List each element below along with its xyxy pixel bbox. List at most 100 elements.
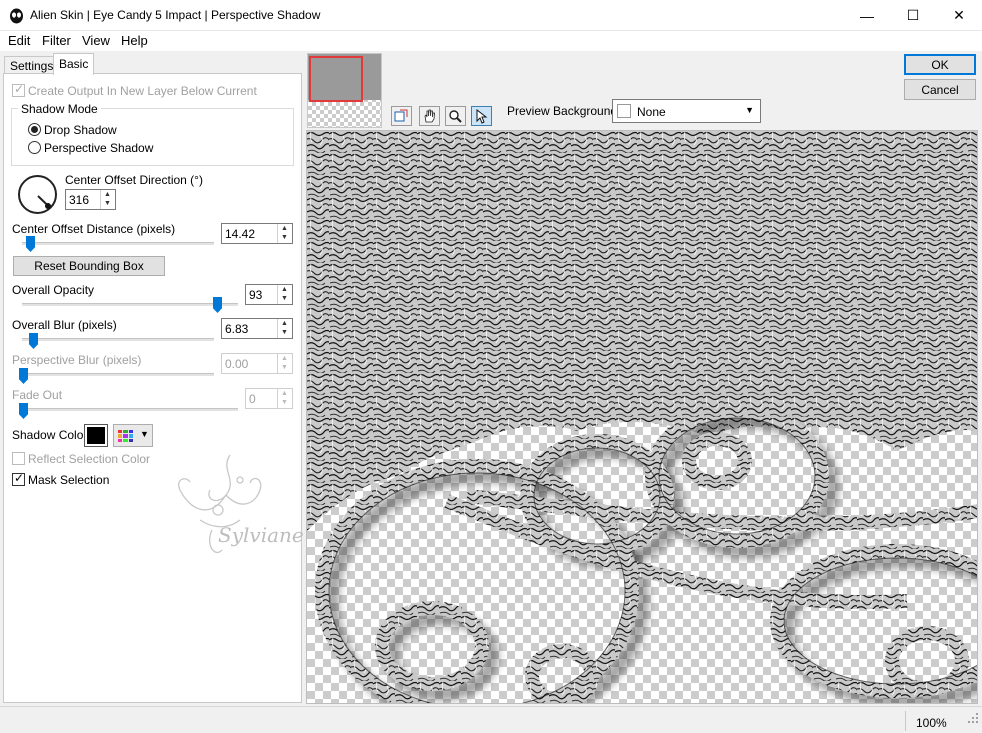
overall-blur-input[interactable]: 6.83 ▲ ▼: [221, 318, 293, 339]
arrow-down-icon[interactable]: ▼: [281, 329, 288, 336]
mask-selection-label: Mask Selection: [28, 473, 110, 487]
center-offset-direction-input[interactable]: 316 ▲ ▼: [65, 189, 116, 210]
bounding-box-icon: [394, 109, 408, 122]
spinner-arrows[interactable]: ▲ ▼: [100, 190, 115, 209]
pointer-tool[interactable]: [471, 106, 492, 126]
window-title: Alien Skin | Eye Candy 5 Impact | Perspe…: [30, 8, 321, 22]
close-button[interactable]: ✕: [936, 0, 982, 31]
arrow-up-icon[interactable]: ▲: [104, 191, 111, 198]
arrow-up-icon[interactable]: ▲: [281, 225, 288, 232]
status-divider: [905, 711, 906, 731]
overall-opacity-input[interactable]: 93 ▲ ▼: [245, 284, 293, 305]
center-offset-distance-label: Center Offset Distance (pixels): [12, 222, 176, 236]
arrow-up-icon: ▲: [281, 355, 288, 362]
preview-background-select[interactable]: None ▼: [612, 99, 761, 123]
menu-bar: Edit Filter View Help: [0, 31, 982, 51]
maximize-button[interactable]: ☐: [890, 0, 936, 31]
fade-out-input: 0 ▲ ▼: [245, 388, 293, 409]
cancel-button[interactable]: Cancel: [904, 79, 976, 100]
color-palette-button[interactable]: ▼: [113, 424, 153, 447]
shadow-color-fill: [87, 427, 105, 444]
preview-background-swatch: [617, 104, 631, 118]
color-palette-icon: [118, 430, 133, 442]
spinner-arrows[interactable]: ▲ ▼: [277, 224, 292, 243]
drop-shadow-radio[interactable]: [28, 123, 41, 136]
preview-image: [307, 131, 977, 703]
perspective-shadow-radio[interactable]: [28, 141, 41, 154]
arrow-up-icon: ▲: [281, 390, 288, 397]
perspective-blur-value: 0.00: [225, 357, 249, 371]
overall-blur-value: 6.83: [225, 322, 249, 336]
arrow-down-icon: ▼: [281, 364, 288, 371]
create-output-label: Create Output In New Layer Below Current: [28, 84, 257, 98]
reflect-selection-color-label: Reflect Selection Color: [28, 452, 151, 466]
menu-help[interactable]: Help: [121, 33, 148, 48]
center-offset-direction-label: Center Offset Direction (°): [65, 173, 203, 187]
tab-basic[interactable]: Basic: [53, 53, 95, 75]
overall-opacity-label: Overall Opacity: [12, 283, 95, 297]
ok-button[interactable]: OK: [904, 54, 976, 75]
center-offset-distance-input[interactable]: 14.42 ▲ ▼: [221, 223, 293, 244]
preview-background-value: None: [637, 105, 666, 119]
drop-shadow-label: Drop Shadow: [44, 123, 117, 137]
arrow-up-icon[interactable]: ▲: [281, 286, 288, 293]
menu-view[interactable]: View: [82, 33, 110, 48]
menu-filter[interactable]: Filter: [42, 33, 71, 48]
checkmark-icon: ✓: [14, 471, 25, 485]
shadow-color-swatch[interactable]: [84, 424, 108, 447]
reset-bounding-box-button[interactable]: Reset Bounding Box: [13, 256, 165, 276]
fade-out-track: [22, 408, 238, 411]
chevron-down-icon: ▼: [745, 105, 754, 115]
arrow-up-icon[interactable]: ▲: [281, 320, 288, 327]
alien-skin-app-icon: [10, 8, 23, 24]
dropdown-arrow-icon: ▼: [140, 429, 149, 439]
checkmark-icon: ✓: [14, 82, 25, 96]
preview-canvas[interactable]: [306, 130, 978, 704]
overall-opacity-track[interactable]: [22, 303, 238, 306]
arrow-down-icon[interactable]: ▼: [281, 295, 288, 302]
spinner-arrows: ▲ ▼: [277, 354, 292, 373]
shadow-mode-group: [11, 108, 294, 166]
minimize-button[interactable]: —: [844, 0, 890, 31]
zoom-icon: [449, 109, 462, 123]
spinner-arrows[interactable]: ▲ ▼: [277, 319, 292, 338]
minimize-icon: —: [860, 7, 874, 24]
arrow-pointer-icon: [476, 108, 488, 124]
center-offset-direction-value: 316: [69, 193, 90, 207]
hand-icon: [424, 109, 435, 122]
arrow-down-icon[interactable]: ▼: [104, 200, 111, 207]
hand-tool[interactable]: [419, 106, 440, 126]
perspective-blur-input: 0.00 ▲ ▼: [221, 353, 293, 374]
perspective-shadow-label: Perspective Shadow: [44, 141, 154, 155]
fade-out-label: Fade Out: [12, 388, 63, 402]
watermark-text: Sylviane: [218, 523, 304, 547]
bounding-box-tool[interactable]: [391, 106, 412, 126]
zoom-tool[interactable]: [445, 106, 466, 126]
maximize-icon: ☐: [906, 7, 920, 23]
overall-blur-label: Overall Blur (pixels): [12, 318, 117, 332]
overall-blur-track[interactable]: [22, 338, 214, 341]
arrow-down-icon[interactable]: ▼: [281, 234, 288, 241]
create-output-checkbox[interactable]: ✓: [12, 82, 25, 97]
resize-grip-icon[interactable]: [966, 711, 979, 724]
perspective-blur-track: [22, 373, 214, 376]
center-offset-distance-track[interactable]: [22, 242, 214, 245]
perspective-blur-label: Perspective Blur (pixels): [12, 353, 142, 367]
radio-selected-dot: [31, 126, 38, 133]
menu-edit[interactable]: Edit: [8, 33, 30, 48]
dial-knob-icon[interactable]: [45, 203, 51, 209]
preview-background-label: Preview Background:: [507, 104, 621, 118]
spinner-arrows: ▲ ▼: [277, 389, 292, 408]
navigator-thumbnail[interactable]: [307, 53, 382, 128]
overall-opacity-value: 93: [249, 288, 263, 302]
watermark-flourish: Sylviane: [178, 454, 304, 554]
arrow-down-icon: ▼: [281, 399, 288, 406]
fade-out-value: 0: [249, 392, 256, 406]
direction-dial[interactable]: [18, 175, 57, 214]
spinner-arrows[interactable]: ▲ ▼: [277, 285, 292, 304]
view-rectangle[interactable]: [309, 56, 363, 102]
mask-selection-checkbox[interactable]: ✓: [12, 471, 25, 486]
tab-settings[interactable]: Settings: [4, 56, 60, 74]
status-bar: 100%: [0, 706, 982, 733]
reflect-selection-color-checkbox[interactable]: [12, 452, 25, 465]
